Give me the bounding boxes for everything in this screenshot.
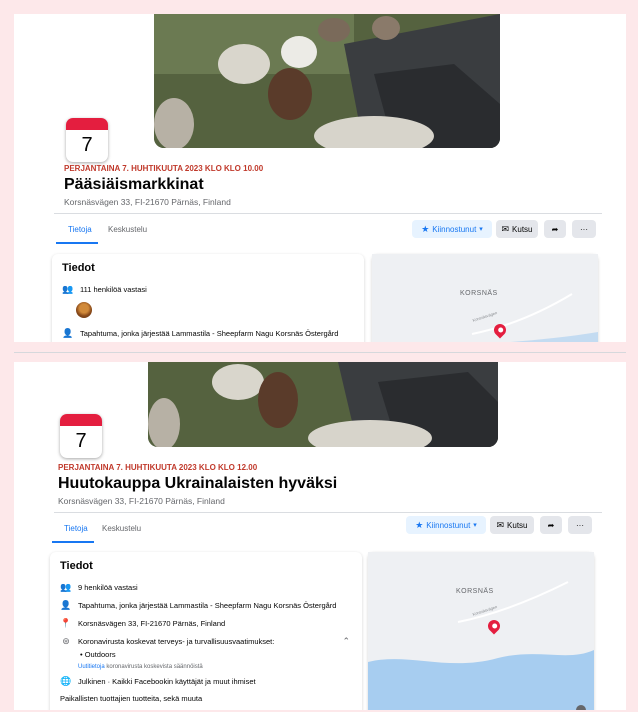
more-button[interactable]: ···	[568, 516, 592, 534]
organizer-row: 👤 Tapahtuma, jonka järjestää Lammastila …	[60, 600, 336, 610]
responded-row: 👥 9 henkilöä vastasi	[60, 582, 138, 592]
event-date: PERJANTAINA 7. HUHTIKUUTA 2023 KLO KLO 1…	[64, 164, 264, 173]
tab-tietoja[interactable]: Tietoja	[64, 524, 88, 533]
visibility-row: 🌐 Julkinen · Kaikki Facebookin käyttäjät…	[60, 676, 256, 686]
organizer-text[interactable]: Tapahtuma, jonka järjestää Lammastila - …	[80, 329, 338, 338]
share-button[interactable]: ➦	[544, 220, 566, 238]
cover-photo	[154, 14, 500, 148]
details-heading: Tiedot	[60, 560, 93, 572]
location-row: 📍 Korsnäsvägen 33, FI-21670 Pärnäs, Finl…	[60, 618, 225, 628]
share-arrow-icon: ➦	[551, 224, 559, 234]
event-date: PERJANTAINA 7. HUHTIKUUTA 2023 KLO KLO 1…	[58, 463, 258, 472]
star-icon: ★	[415, 519, 424, 530]
tab-keskustelu[interactable]: Keskustelu	[102, 524, 141, 533]
separator	[14, 352, 626, 353]
organizer-row: 👤 Tapahtuma, jonka järjestää Lammastila …	[62, 328, 338, 338]
calendar-day: 7	[75, 430, 87, 452]
covid-link[interactable]: Uutitietoja koronavirusta koskevista sää…	[78, 664, 203, 670]
event-card-1: 7 PERJANTAINA 7. HUHTIKUUTA 2023 KLO KLO…	[14, 14, 626, 342]
person-icon: 👤	[60, 600, 72, 610]
event-title: Pääsiäismarkkinat	[64, 176, 204, 193]
calendar-header	[66, 118, 108, 130]
map-background	[372, 254, 598, 342]
people-icon: 👥	[62, 284, 74, 294]
calendar-day: 7	[81, 134, 93, 156]
responded-text: 9 henkilöä vastasi	[78, 582, 138, 592]
people-icon: 👥	[60, 582, 72, 592]
calendar-badge: 7	[66, 118, 108, 162]
interested-button[interactable]: ★ Kiinnostunut ▾	[412, 220, 492, 238]
cover-photo	[148, 362, 498, 447]
map-place-label: KORSNÄS	[456, 588, 494, 595]
envelope-icon: ✉	[501, 223, 510, 234]
map-place-label: KORSNÄS	[460, 290, 498, 297]
more-label: ···	[576, 520, 584, 530]
details-panel: Tiedot 👥 111 henkilöä vastasi 👤 Tapahtum…	[52, 254, 364, 342]
event-address: Korsnäsvägen 33, FI-21670 Pärnäs, Finlan…	[58, 496, 225, 506]
responded-row: 👥 111 henkilöä vastasi	[62, 284, 147, 294]
virus-icon: ⊛	[62, 636, 70, 646]
star-icon: ★	[421, 223, 430, 234]
tab-keskustelu[interactable]: Keskustelu	[108, 225, 147, 234]
location-text[interactable]: Korsnäsvägen 33, FI-21670 Pärnäs, Finlan…	[78, 619, 225, 628]
sheep-photo	[154, 14, 500, 148]
visibility-text: Julkinen · Kaikki Facebookin käyttäjät j…	[78, 676, 256, 686]
covid-item: • Outdoors	[80, 650, 116, 659]
chevron-up-icon[interactable]: ⌃	[342, 636, 350, 647]
envelope-icon: ✉	[496, 519, 505, 530]
event-title: Huutokauppa Ukrainalaisten hyväksi	[58, 475, 338, 492]
interested-label: Kiinnostunut	[426, 520, 471, 530]
share-button[interactable]: ➦	[540, 516, 562, 534]
location-pin-icon: 📍	[60, 618, 72, 628]
covid-row[interactable]: ⊛ Koronavirusta koskevat terveys- ja tur…	[60, 636, 274, 646]
tab-tietoja[interactable]: Tietoja	[68, 225, 92, 234]
divider	[54, 213, 602, 214]
event-card-2: 7 PERJANTAINA 7. HUHTIKUUTA 2023 KLO KLO…	[14, 362, 626, 710]
more-label: ···	[580, 224, 588, 234]
avatar[interactable]	[76, 302, 92, 318]
map-panel[interactable]: KORSNÄS Korsnäsvägen	[372, 254, 598, 342]
invite-label: Kutsu	[507, 520, 528, 530]
interested-button[interactable]: ★ Kiinnostunut ▾	[406, 516, 486, 534]
description-row: Paikallisten tuottajien tuotteita, sekä …	[60, 694, 202, 703]
interested-label: Kiinnostunut	[432, 224, 477, 234]
share-arrow-icon: ➦	[547, 520, 555, 530]
chevron-down-icon: ▾	[473, 522, 477, 529]
event-address: Korsnäsvägen 33, FI-21670 Pärnäs, Finlan…	[64, 197, 231, 207]
organizer-text[interactable]: Tapahtuma, jonka järjestää Lammastila - …	[78, 601, 336, 610]
details-panel: Tiedot 👥 9 henkilöä vastasi 👤 Tapahtuma,…	[50, 552, 362, 710]
responded-text: 111 henkilöä vastasi	[80, 284, 147, 294]
details-heading: Tiedot	[62, 262, 95, 274]
chevron-down-icon: ▾	[479, 226, 483, 233]
active-tab-indicator	[56, 242, 98, 244]
covid-link-rest: koronavirusta koskevista säännöistä	[106, 664, 203, 670]
invite-button[interactable]: ✉ Kutsu	[496, 220, 538, 238]
covid-item-text: Outdoors	[84, 650, 116, 659]
invite-button[interactable]: ✉ Kutsu	[490, 516, 534, 534]
map-background	[368, 552, 594, 710]
sheep-photo	[148, 362, 498, 447]
more-button[interactable]: ···	[572, 220, 596, 238]
covid-link-prefix[interactable]: Uutitietoja	[78, 664, 105, 670]
calendar-header	[60, 414, 102, 426]
globe-icon: 🌐	[60, 676, 72, 686]
map-panel[interactable]: KORSNÄS Korsnäsvägen	[368, 552, 594, 710]
active-tab-indicator	[52, 541, 94, 543]
invite-label: Kutsu	[512, 224, 533, 234]
person-icon: 👤	[62, 328, 74, 338]
covid-text: Koronavirusta koskevat terveys- ja turva…	[78, 636, 275, 646]
description-text: Paikallisten tuottajien tuotteita, sekä …	[60, 694, 203, 703]
calendar-badge: 7	[60, 414, 102, 458]
divider	[54, 512, 602, 513]
